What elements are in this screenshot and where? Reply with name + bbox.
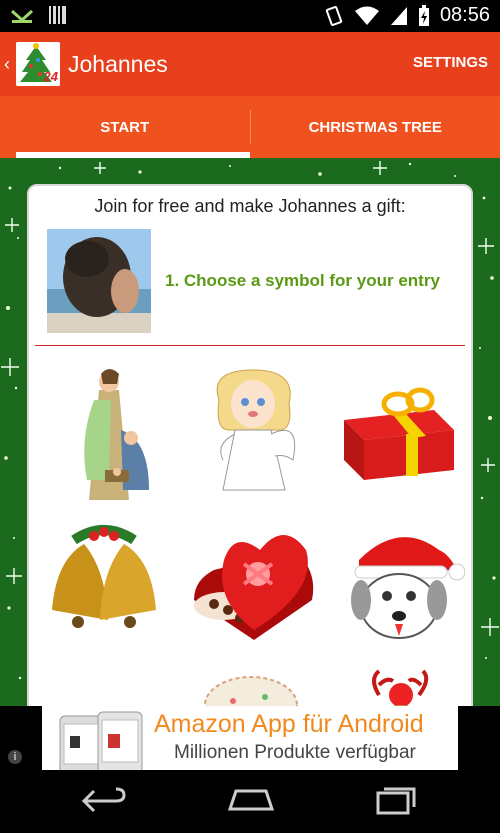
app-logo-icon[interactable]: 24 [16, 42, 60, 86]
nativity-icon [84, 369, 149, 500]
symbol-bells[interactable] [34, 510, 164, 650]
ad-title: Amazon App für Android [154, 710, 424, 738]
step-instruction: 1. Choose a symbol for your entry [165, 271, 440, 290]
symbol-grid [29, 360, 471, 706]
tab-bar: START CHRISTMAS TREE [0, 96, 500, 158]
app-logo-number: 24 [43, 69, 58, 84]
home-icon[interactable] [226, 785, 276, 815]
section-divider [35, 345, 465, 346]
action-bar: ‹ 24 Johannes SETTINGS [0, 32, 500, 96]
christmas-bells-icon [52, 525, 156, 628]
settings-button[interactable]: SETTINGS [413, 54, 488, 71]
page-title: Johannes [68, 50, 168, 77]
cookie-plate-icon [204, 676, 298, 706]
symbol-gift[interactable] [334, 360, 464, 500]
angel-icon [216, 369, 296, 491]
profile-photo [47, 229, 151, 333]
ad-content[interactable]: Amazon App für Android Millionen Produkt… [42, 706, 458, 770]
battery-icon [418, 4, 429, 26]
content-card: Join for free and make Johannes a gift: … [27, 184, 473, 706]
ad-banner[interactable]: i Amazon App für Android Millionen Produ… [0, 706, 500, 770]
tab-christmas-tree[interactable]: CHRISTMAS TREE [251, 96, 500, 158]
intro-text: Join for free and make Johannes a gift: [94, 196, 406, 216]
signal-icon [390, 6, 407, 25]
dog-santa-hat-icon [351, 537, 466, 639]
starry-background: Join for free and make Johannes a gift: … [0, 158, 500, 706]
ad-subtitle: Millionen Produkte verfügbar [174, 742, 416, 763]
phones-icon [59, 711, 143, 770]
wifi-icon [354, 6, 379, 25]
heart-box-icon [194, 535, 314, 640]
barcode-icon [49, 6, 66, 24]
symbol-holy-family[interactable] [39, 360, 169, 500]
recent-apps-icon[interactable] [374, 785, 418, 817]
symbol-santa-dog[interactable] [339, 510, 469, 650]
profile-row: 1. Choose a symbol for your entry [47, 229, 471, 333]
symbol-angel[interactable] [189, 360, 319, 500]
clock: 08:56 [439, 4, 490, 26]
back-icon[interactable] [80, 785, 126, 817]
navigation-bar [0, 770, 500, 833]
reindeer-icon [372, 669, 429, 706]
download-icon [10, 9, 34, 23]
status-bar: 08:56 [0, 0, 500, 32]
symbol-heart-chocolates[interactable] [184, 510, 314, 650]
ad-info-icon[interactable]: i [8, 750, 22, 764]
tab-start[interactable]: START [0, 96, 250, 158]
vibrate-icon [325, 5, 343, 26]
gift-box-icon [344, 387, 454, 480]
symbol-reindeer[interactable] [339, 665, 469, 706]
symbol-cookies[interactable] [189, 665, 319, 706]
up-caret-icon[interactable]: ‹ [4, 54, 14, 75]
